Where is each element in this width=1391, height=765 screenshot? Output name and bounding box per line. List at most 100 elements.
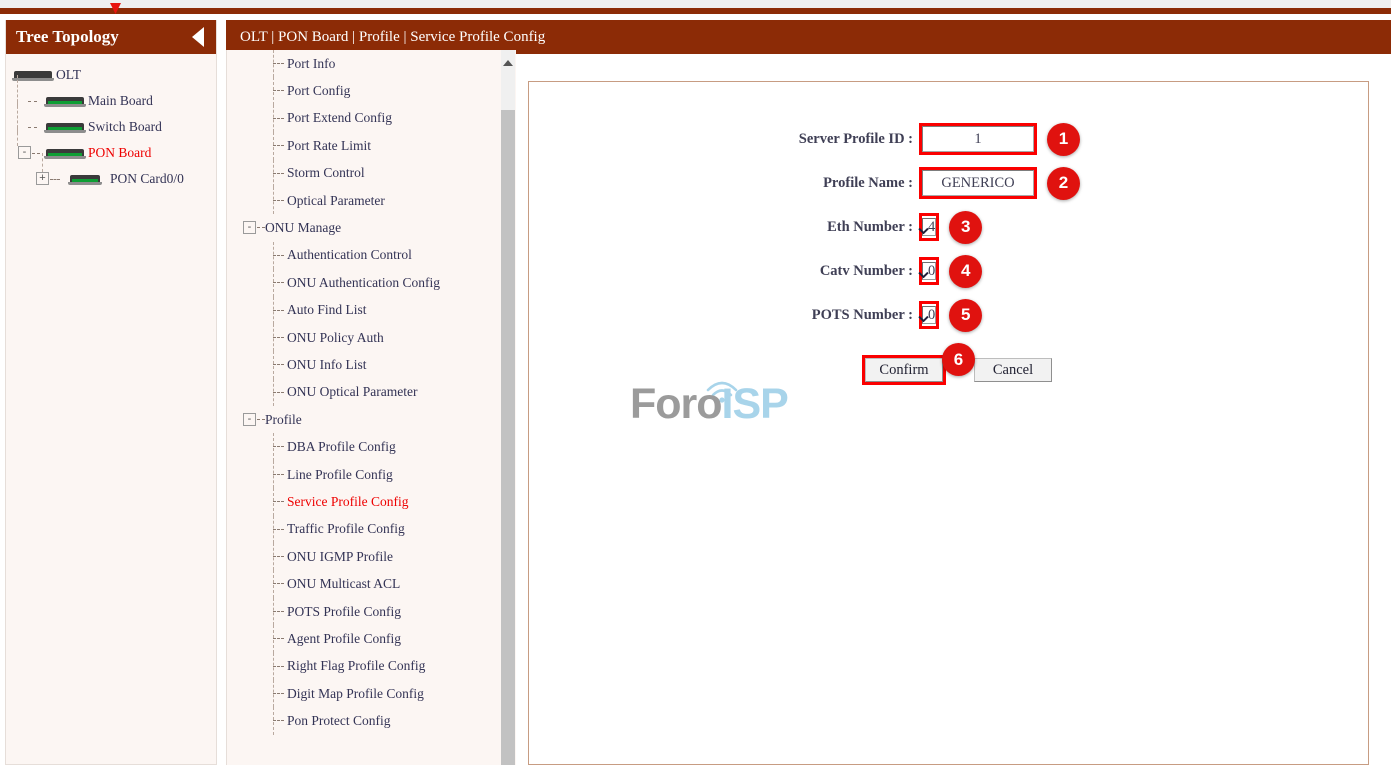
menu-item-line-profile-config[interactable]: Line Profile Config xyxy=(227,461,502,488)
tree-connector-line xyxy=(257,419,265,420)
menu-item-label: Port Config xyxy=(287,83,350,99)
menu-item-pots-profile-config[interactable]: POTS Profile Config xyxy=(227,598,502,625)
tree-connector-line xyxy=(273,638,284,639)
menu-item-port-config[interactable]: Port Config xyxy=(227,77,502,104)
menu-item-label: Traffic Profile Config xyxy=(287,521,405,537)
menu-item-traffic-profile-config[interactable]: Traffic Profile Config xyxy=(227,516,502,543)
form-row-server-profile-id: Server Profile ID : 1 xyxy=(739,124,1080,154)
step-badge-4: 4 xyxy=(949,255,982,288)
collapse-left-arrow-icon[interactable] xyxy=(192,27,204,47)
step-badge-3: 3 xyxy=(949,211,982,244)
menu-item-onu-manage[interactable]: -ONU Manage xyxy=(227,214,502,241)
form-row-catv-number: Catv Number : 04 xyxy=(739,256,982,286)
menu-item-label: Line Profile Config xyxy=(287,467,393,483)
tree-connector-line xyxy=(273,556,284,557)
menu-item-port-rate-limit[interactable]: Port Rate Limit xyxy=(227,132,502,159)
tree-item-label: Main Board xyxy=(86,93,153,109)
menu-item-label: Optical Parameter xyxy=(287,193,385,209)
cancel-button[interactable]: Cancel xyxy=(974,358,1052,382)
board-device-icon xyxy=(44,147,86,160)
topology-tree: OLT Main Board Switch Board xyxy=(6,54,216,192)
menu-item-onu-igmp-profile[interactable]: ONU IGMP Profile xyxy=(227,543,502,570)
confirm-button[interactable]: Confirm xyxy=(865,358,943,382)
form-row-pots-number: POTS Number :05 xyxy=(739,300,982,330)
step-badge-5: 5 xyxy=(949,299,982,332)
tree-item-olt[interactable]: OLT xyxy=(6,62,216,88)
navigation-menu-panel: Port Info Port Config Port Extend Config Po… xyxy=(226,50,516,765)
tree-topology-sidebar: Tree Topology OLT Main Board xyxy=(5,20,217,765)
tree-item-pon-board[interactable]: - PON Board xyxy=(6,140,216,166)
menu-item-onu-optical-parameter[interactable]: ONU Optical Parameter xyxy=(227,379,502,406)
tree-item-pon-card[interactable]: + PON Card0/0 xyxy=(6,166,216,192)
menu-item-label: ONU Optical Parameter xyxy=(287,384,417,400)
main-content: ForoISP Server Profile ID : 1 Profile Name… xyxy=(516,54,1391,765)
form-row-profile-name: Profile Name :2 xyxy=(739,168,1080,198)
field-highlight-box xyxy=(919,123,1037,155)
watermark-text-isp: ISP xyxy=(722,380,788,428)
tree-expand-toggle[interactable]: + xyxy=(36,172,49,185)
menu-item-onu-policy-auth[interactable]: ONU Policy Auth xyxy=(227,324,502,351)
field-input[interactable] xyxy=(922,126,1034,152)
field-select-value: 0 xyxy=(928,263,935,279)
red-down-arrow-marker-icon xyxy=(110,3,121,14)
pon-card-device-icon xyxy=(68,173,102,186)
menu-item-storm-control[interactable]: Storm Control xyxy=(227,160,502,187)
menu-item-label: ONU Authentication Config xyxy=(287,275,440,291)
menu-scrollbar-thumb[interactable] xyxy=(501,110,515,765)
menu-item-label: Port Info xyxy=(287,56,335,72)
menu-item-label: Right Flag Profile Config xyxy=(287,658,425,674)
chevron-down-icon[interactable] xyxy=(919,227,928,236)
chevron-down-icon[interactable] xyxy=(919,271,928,280)
menu-item-service-profile-config[interactable]: Service Profile Config xyxy=(227,488,502,515)
tree-connector-line xyxy=(273,392,284,393)
step-badge-1: 1 xyxy=(1047,123,1080,156)
field-select[interactable]: 0 xyxy=(922,306,936,324)
menu-item-right-flag-profile-config[interactable]: Right Flag Profile Config xyxy=(227,653,502,680)
field-label: Catv Number : xyxy=(739,263,919,280)
menu-item-dba-profile-config[interactable]: DBA Profile Config xyxy=(227,433,502,460)
tree-connector-line xyxy=(273,337,284,338)
menu-item-label: ONU Policy Auth xyxy=(287,330,384,346)
menu-item-label: Storm Control xyxy=(287,165,365,181)
tree-item-main-board[interactable]: Main Board xyxy=(6,88,216,114)
field-input[interactable] xyxy=(922,170,1034,196)
board-device-icon xyxy=(44,95,86,108)
menu-item-pon-protect-config[interactable]: Pon Protect Config xyxy=(227,707,502,734)
menu-item-label: Service Profile Config xyxy=(287,494,408,510)
field-highlight-box: 0 xyxy=(919,301,939,329)
menu-collapse-toggle[interactable]: - xyxy=(243,413,256,426)
menu-item-label: ONU Manage xyxy=(265,220,341,236)
tree-connector-line xyxy=(273,446,284,447)
menu-item-auto-find-list[interactable]: Auto Find List xyxy=(227,297,502,324)
app-window: Tree Topology OLT Main Board xyxy=(0,0,1391,765)
menu-item-port-info[interactable]: Port Info xyxy=(227,50,502,77)
foroisp-watermark: ForoISP xyxy=(630,372,790,424)
step-badge-6: 6 xyxy=(942,343,975,376)
menu-item-authentication-control[interactable]: Authentication Control xyxy=(227,242,502,269)
field-select[interactable]: 0 xyxy=(922,262,936,280)
menu-item-onu-multicast-acl[interactable]: ONU Multicast ACL xyxy=(227,570,502,597)
menu-item-onu-info-list[interactable]: ONU Info List xyxy=(227,351,502,378)
menu-item-port-extend-config[interactable]: Port Extend Config xyxy=(227,105,502,132)
menu-item-digit-map-profile-config[interactable]: Digit Map Profile Config xyxy=(227,680,502,707)
tree-connector-line xyxy=(273,145,284,146)
form-row-eth-number: Eth Number :43 xyxy=(739,212,982,242)
tree-collapse-toggle[interactable]: - xyxy=(18,146,31,159)
menu-item-label: Agent Profile Config xyxy=(287,631,401,647)
menu-item-label: Port Extend Config xyxy=(287,110,392,126)
menu-item-profile[interactable]: -Profile xyxy=(227,406,502,433)
menu-item-label: Port Rate Limit xyxy=(287,138,371,154)
field-label: POTS Number : xyxy=(739,307,919,324)
field-label: Server Profile ID : xyxy=(739,131,919,148)
menu-item-onu-authentication-config[interactable]: ONU Authentication Config xyxy=(227,269,502,296)
tree-connector-line xyxy=(273,255,284,256)
scroll-up-arrow-icon[interactable] xyxy=(501,56,515,70)
chevron-down-icon[interactable] xyxy=(919,315,928,324)
tree-item-switch-board[interactable]: Switch Board xyxy=(6,114,216,140)
field-select[interactable]: 4 xyxy=(922,218,936,236)
menu-item-optical-parameter[interactable]: Optical Parameter xyxy=(227,187,502,214)
menu-item-agent-profile-config[interactable]: Agent Profile Config xyxy=(227,625,502,652)
tree-connector-line xyxy=(273,720,284,721)
board-device-icon xyxy=(44,121,86,134)
menu-collapse-toggle[interactable]: - xyxy=(243,221,256,234)
